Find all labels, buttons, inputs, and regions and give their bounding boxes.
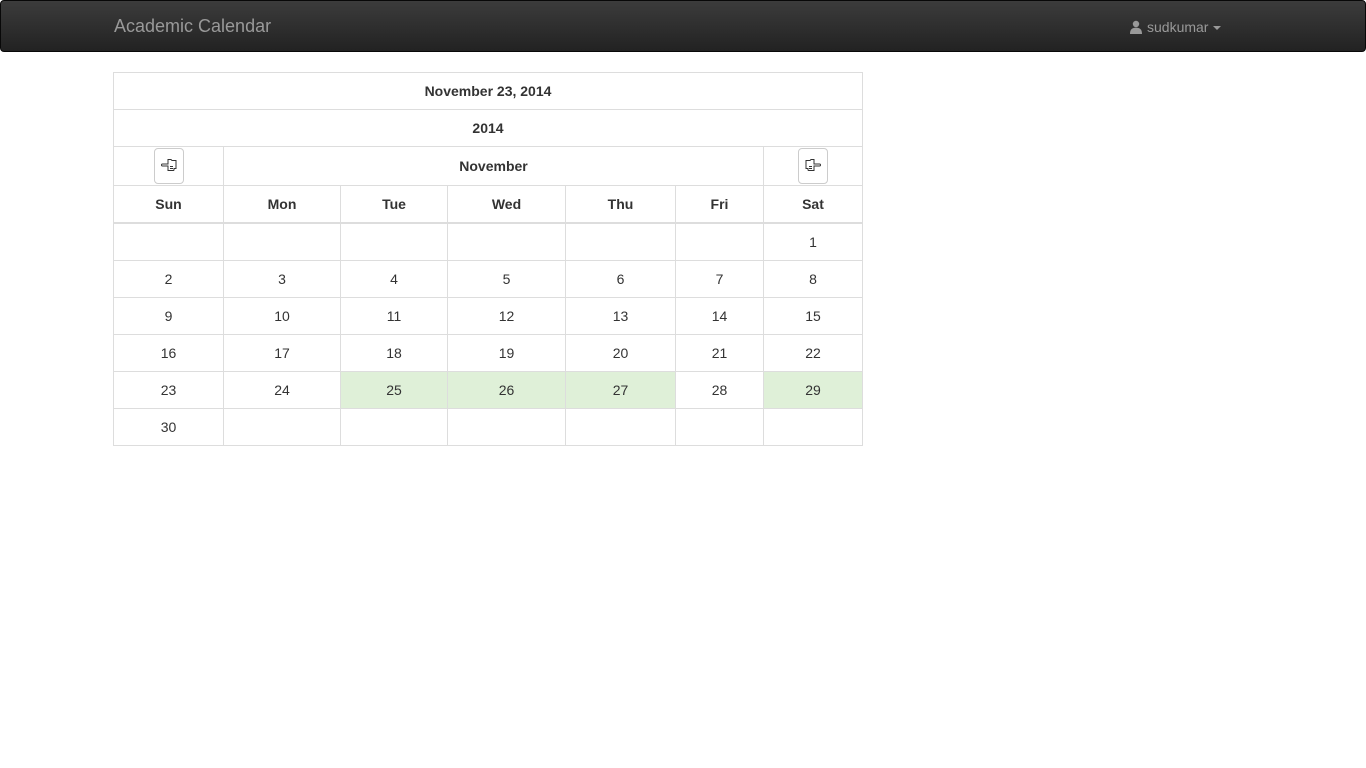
calendar-day-cell[interactable]: 25 [340, 371, 448, 409]
username-label: sudkumar [1147, 19, 1209, 35]
weekday-header: Fri [675, 185, 764, 224]
calendar-day-cell[interactable]: 7 [675, 260, 764, 298]
calendar-week-row: 16 17 18 19 20 21 22 [113, 334, 863, 372]
calendar-day-cell[interactable]: 21 [675, 334, 764, 372]
user-icon [1129, 20, 1143, 34]
weekday-header: Sun [113, 185, 224, 224]
calendar-weeks: 1 2 3 4 5 6 7 8 9 10 11 12 13 14 15 16 17 18 19 20 21 22 23 24 2… [113, 222, 863, 446]
month-label: November [223, 146, 764, 186]
calendar-empty-cell [340, 222, 448, 261]
calendar-empty-cell [565, 222, 676, 261]
calendar-day-cell[interactable]: 1 [763, 222, 863, 261]
calendar-day-cell[interactable]: 23 [113, 371, 224, 409]
calendar-day-cell[interactable]: 29 [763, 371, 863, 409]
prev-month-button[interactable] [153, 148, 184, 184]
calendar-empty-cell [113, 222, 224, 261]
calendar-day-cell[interactable]: 14 [675, 297, 764, 335]
next-month-cell [763, 146, 863, 186]
calendar-empty-cell [223, 408, 341, 446]
year-label: 2014 [113, 109, 863, 147]
calendar-empty-cell [447, 222, 566, 261]
weekday-header: Tue [340, 185, 448, 224]
calendar-day-cell[interactable]: 11 [340, 297, 448, 335]
next-month-button[interactable] [798, 148, 828, 184]
calendar-day-cell[interactable]: 18 [340, 334, 448, 372]
calendar-day-cell[interactable]: 19 [447, 334, 566, 372]
weekday-header: Thu [565, 185, 676, 224]
calendar-day-cell[interactable]: 10 [223, 297, 341, 335]
calendar-day-cell[interactable]: 30 [113, 408, 224, 446]
calendar-day-cell[interactable]: 6 [565, 260, 676, 298]
calendar-day-cell[interactable]: 12 [447, 297, 566, 335]
calendar-empty-cell [565, 408, 676, 446]
weekday-header: Mon [223, 185, 341, 224]
calendar-day-cell[interactable]: 3 [223, 260, 341, 298]
calendar-day-cell[interactable]: 26 [447, 371, 566, 409]
selected-date: November 23, 2014 [113, 72, 863, 110]
calendar-empty-cell [340, 408, 448, 446]
hand-point-right-icon [805, 158, 822, 174]
calendar-empty-cell [675, 408, 764, 446]
calendar-week-row: 23 24 25 26 27 28 29 [113, 371, 863, 409]
calendar-day-cell[interactable]: 4 [340, 260, 448, 298]
brand-title[interactable]: Academic Calendar [114, 16, 271, 36]
calendar-empty-cell [223, 222, 341, 261]
calendar-week-row: 2345678 [113, 260, 863, 298]
calendar-day-cell[interactable]: 24 [223, 371, 341, 409]
top-navbar: Academic Calendar sudkumar [0, 0, 1366, 52]
hand-point-left-icon [160, 158, 177, 174]
calendar-day-cell[interactable]: 16 [113, 334, 224, 372]
caret-down-icon [1213, 26, 1222, 30]
calendar-day-cell[interactable]: 9 [113, 297, 224, 335]
calendar-day-cell[interactable]: 2 [113, 260, 224, 298]
weekday-header: Wed [447, 185, 566, 224]
calendar-empty-cell [675, 222, 764, 261]
calendar-week-row: 30 [113, 408, 863, 446]
calendar-week-row: 1 [113, 222, 863, 261]
calendar-day-cell[interactable]: 27 [565, 371, 676, 409]
calendar-day-cell[interactable]: 5 [447, 260, 566, 298]
calendar-week-row: 9 10 11 12 13 14 15 [113, 297, 863, 335]
prev-month-cell [113, 146, 224, 186]
calendar-day-cell[interactable]: 20 [565, 334, 676, 372]
calendar-empty-cell [447, 408, 566, 446]
user-menu[interactable]: sudkumar [1129, 17, 1222, 37]
calendar-table: November 23, 2014 2014 November Sun Mon … [113, 72, 863, 446]
calendar-day-cell[interactable]: 8 [763, 260, 863, 298]
calendar-day-cell[interactable]: 17 [223, 334, 341, 372]
calendar-day-cell[interactable]: 15 [763, 297, 863, 335]
calendar-day-cell[interactable]: 13 [565, 297, 676, 335]
calendar-day-cell[interactable]: 22 [763, 334, 863, 372]
calendar-empty-cell [763, 408, 863, 446]
weekday-header-row: Sun Mon Tue Wed Thu Fri Sat [113, 185, 863, 224]
weekday-header: Sat [763, 185, 863, 224]
calendar-day-cell[interactable]: 28 [675, 371, 764, 409]
